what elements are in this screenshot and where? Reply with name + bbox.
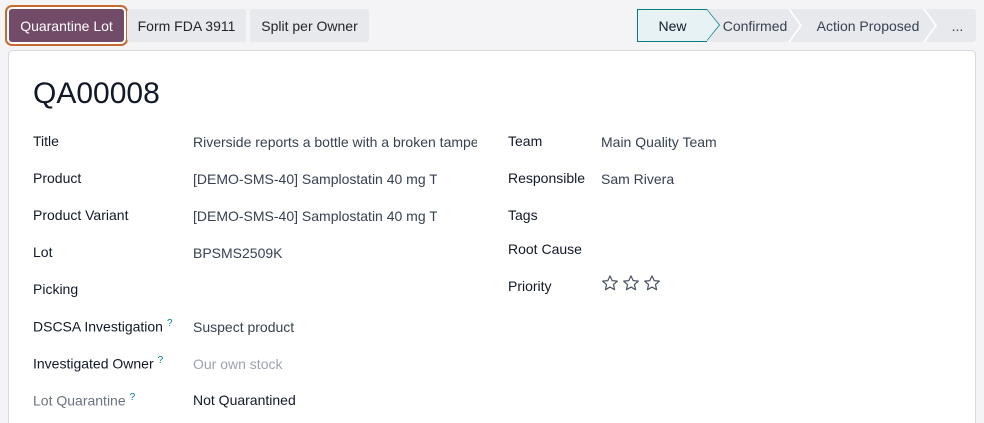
picking-field[interactable] — [193, 282, 437, 300]
root-cause-label: Root Cause — [508, 241, 582, 257]
form-fda-3911-button[interactable]: Form FDA 3911 — [127, 9, 246, 42]
record-name: QA00008 — [33, 77, 160, 110]
lot-quarantine-label-text: Lot Quarantine — [33, 392, 126, 409]
stage-separator — [923, 9, 937, 42]
responsible-label: Responsible — [508, 170, 586, 186]
product-label: Product — [33, 170, 82, 186]
lot-label: Lot — [33, 244, 53, 260]
title-field[interactable]: Riverside reports a bottle with a broken… — [193, 134, 477, 150]
stage-action-proposed[interactable]: Action Proposed — [795, 9, 927, 42]
lot-field[interactable]: BPSMS2509K — [193, 245, 437, 261]
stage-new[interactable]: New — [637, 9, 720, 42]
lot-quarantine-field: Not Quarantined — [193, 392, 296, 408]
tags-label: Tags — [508, 207, 538, 223]
team-field[interactable]: Main Quality Team — [601, 134, 941, 150]
dscsa-investigation-label: DSCSA Investigation? — [33, 318, 173, 335]
star-icon[interactable] — [622, 274, 640, 292]
control-panel: Quarantine Lot Form FDA 3911 Split per O… — [0, 0, 984, 50]
star-icon[interactable] — [601, 274, 619, 292]
star-icon[interactable] — [643, 274, 661, 292]
responsible-field[interactable]: Sam Rivera — [601, 171, 941, 187]
status-bar: New Confirmed Action Proposed ... — [637, 9, 976, 42]
split-per-owner-button[interactable]: Split per Owner — [250, 9, 369, 42]
product-variant-label: Product Variant — [33, 207, 129, 223]
priority-label: Priority — [508, 278, 552, 294]
product-variant-field[interactable]: [DEMO-SMS-40] Samplostatin 40 mg T — [193, 208, 437, 224]
dscsa-investigation-field[interactable]: Suspect product — [193, 319, 437, 335]
team-label: Team — [508, 133, 543, 149]
product-field[interactable]: [DEMO-SMS-40] Samplostatin 40 mg T — [193, 171, 437, 187]
stage-separator — [788, 9, 802, 42]
title-label: Title — [33, 133, 59, 149]
investigated-owner-label-text: Investigated Owner — [33, 355, 154, 372]
quarantine-lot-button[interactable]: Quarantine Lot — [9, 9, 124, 42]
picking-label: Picking — [33, 281, 79, 297]
help-tooltip-icon[interactable]: ? — [158, 355, 164, 366]
investigated-owner-label: Investigated Owner? — [33, 355, 163, 372]
help-tooltip-icon[interactable]: ? — [167, 318, 173, 329]
root-cause-field[interactable] — [601, 242, 941, 260]
stage-confirmed[interactable]: Confirmed — [707, 9, 795, 42]
lot-quarantine-label: Lot Quarantine? — [33, 392, 135, 409]
dscsa-investigation-label-text: DSCSA Investigation — [33, 318, 163, 335]
tags-field[interactable] — [601, 208, 941, 226]
investigated-owner-field[interactable]: Our own stock — [193, 356, 437, 372]
form-sheet: QA00008 Title Riverside reports a bottle… — [8, 50, 976, 423]
priority-widget — [601, 274, 661, 292]
help-tooltip-icon[interactable]: ? — [130, 392, 136, 403]
